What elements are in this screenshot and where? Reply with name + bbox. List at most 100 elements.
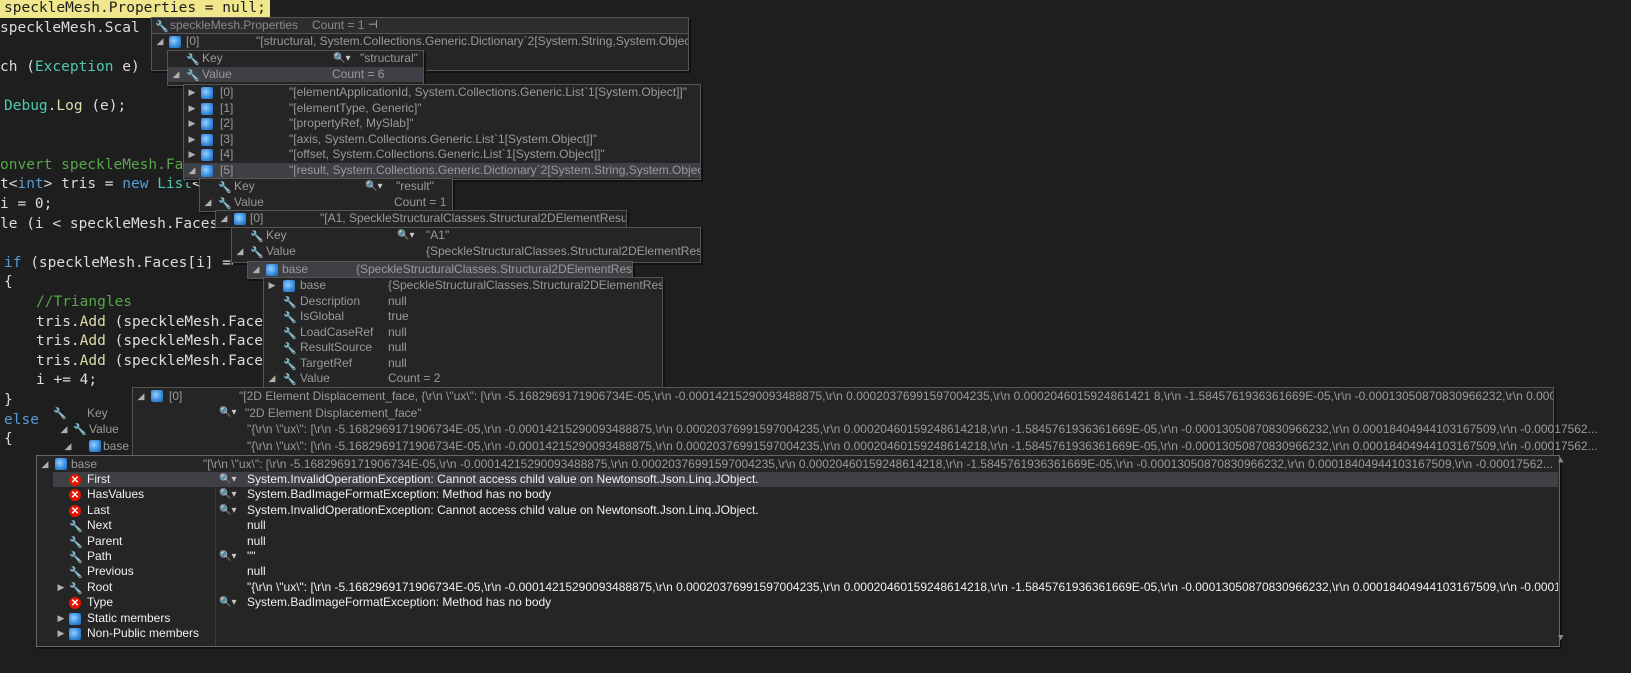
list-item[interactable]: 🔧 Description null [264, 294, 662, 310]
list-item[interactable]: 🔧 Previous null [53, 564, 1558, 579]
list-item[interactable]: ✕ Type 🔍▾ System.BadImageFormatException: M… [53, 595, 1558, 610]
list-item[interactable]: ▶ [3] "[axis, System.Collections.Generic.L… [184, 132, 700, 148]
list-item[interactable]: 🔧 Key 🔍▾ "2D Element Displacement_face" [53, 405, 1553, 422]
scroll-down-icon[interactable]: ▼ [1558, 633, 1568, 643]
magnifier-icon[interactable]: 🔍▾ [333, 51, 350, 67]
collapse-icon[interactable]: ◢ [40, 456, 50, 472]
list-item[interactable]: ◢ [0] "[2D Element Displacement_face, {\r\… [133, 388, 1553, 405]
list-item[interactable]: ◢ [0] "[A1, SpeckleStructuralClasses.Str… [216, 211, 626, 227]
collapse-icon[interactable]: ◢ [267, 371, 277, 387]
datatip-element-result[interactable]: ▶ base {SpeckleStructuralClasses.Structura… [263, 277, 663, 389]
pin-icon[interactable]: ⊣ [368, 18, 378, 33]
datatip-result-item[interactable]: ◢ [0] "[A1, SpeckleStructuralClasses.Str… [215, 210, 627, 228]
list-item[interactable]: ▶ 🔧 Root "{\r\n \"ux\": [\r\n -5.1682969171… [53, 580, 1558, 595]
collapse-icon[interactable]: ◢ [187, 163, 197, 179]
list-item[interactable]: ▶ Non-Public members [53, 626, 1558, 641]
list-item[interactable]: 🔧 Key 🔍▾ "A1" [232, 228, 700, 244]
code-line[interactable]: { [4, 272, 13, 292]
magnifier-icon[interactable]: 🔍▾ [219, 405, 236, 422]
expand-icon[interactable]: ▶ [187, 147, 197, 163]
magnifier-icon[interactable]: 🔍▾ [397, 228, 414, 244]
code-line[interactable]: tris.Add (speckleMesh.Faces[ [36, 351, 280, 371]
collapse-icon[interactable]: ◢ [63, 438, 73, 455]
collapse-icon[interactable]: ◢ [203, 195, 213, 211]
datatip-a1[interactable]: 🔧 Key 🔍▾ "A1" ◢ 🔧 Value {SpeckleStructur… [231, 227, 701, 263]
code-line[interactable]: i = 0; [0, 194, 52, 214]
list-item[interactable]: ◢ [5] "[result, System.Collections.Generic… [184, 162, 700, 179]
list-item[interactable]: 🔧 Key 🔍▾ "structural" [168, 51, 423, 67]
datatip-value-dict[interactable]: ◢ [0] "[2D Element Displacement_face, {\r\… [53, 387, 1598, 456]
expand-icon[interactable]: ▶ [187, 85, 197, 101]
list-item[interactable]: ✕ Last 🔍▾ System.InvalidOperationException:… [53, 503, 1558, 518]
item-value: "[\r\n \"ux\": [\r\n -5.1682969171906734… [203, 457, 1553, 471]
wrench-icon: 🔧 [73, 424, 87, 436]
code-line[interactable]: Debug.Log (e); [4, 96, 126, 116]
expand-icon[interactable]: ▶ [187, 132, 197, 148]
list-item[interactable]: 🔧 LoadCaseRef null [264, 325, 662, 341]
collapse-icon[interactable]: ◢ [235, 244, 245, 260]
code-line[interactable]: } [4, 390, 13, 410]
list-item[interactable]: ◢ 🔧 Value Count = 2 [264, 371, 662, 387]
expand-icon[interactable]: ▶ [56, 626, 66, 641]
list-item[interactable]: ◢ base {SpeckleStructuralClasses.Structu… [248, 262, 632, 278]
code-line[interactable]: { [4, 429, 13, 449]
code-line[interactable]: ch (Exception e) [0, 57, 140, 77]
list-item[interactable]: ▶ Static members [53, 611, 1558, 626]
code-line[interactable]: speckleMesh.Scal [0, 18, 140, 38]
magnifier-icon[interactable]: 🔍▾ [365, 179, 382, 195]
magnifier-icon[interactable]: 🔍▾ [219, 595, 236, 610]
datatip-jobject[interactable]: ◢ base "[\r\n \"ux\": [\r\n -5.16829691719… [36, 455, 1560, 647]
magnifier-icon[interactable]: 🔍▾ [219, 472, 236, 487]
list-item[interactable]: ◢ [0] "[structural, System.Collections.G… [152, 34, 688, 50]
collapse-icon[interactable]: ◢ [136, 388, 146, 405]
list-item[interactable]: 🔧 Path 🔍▾ "" [53, 549, 1558, 564]
list-item[interactable]: ▶ [2] "[propertyRef, MySlab]" [184, 116, 700, 132]
list-item[interactable]: 🔧 Next null [53, 518, 1558, 533]
collapse-icon[interactable]: ◢ [219, 211, 229, 227]
code-line[interactable]: le (i < speckleMesh.Faces.Co [0, 214, 244, 234]
list-item[interactable]: ▶ base {SpeckleStructuralClasses.Structura… [264, 278, 662, 294]
code-line[interactable]: //Triangles [36, 292, 132, 312]
list-item[interactable]: 🔧 Parent null [53, 534, 1558, 549]
collapse-icon[interactable]: ◢ [155, 34, 165, 50]
expand-icon[interactable]: ▶ [56, 580, 66, 595]
code-line[interactable]: speckleMesh.Properties = null; [0, 0, 270, 18]
datatip-structural[interactable]: ▶ [0] "[elementApplicationId, System.Colle… [183, 84, 701, 180]
list-item[interactable]: ▶ [1] "[elementType, Generic]" [184, 101, 700, 117]
code-line[interactable]: i += 4; [36, 370, 97, 390]
list-item[interactable]: ✕ First 🔍▾ System.InvalidOperationException… [53, 472, 1558, 488]
expand-icon[interactable]: ▶ [267, 278, 277, 294]
expand-icon[interactable]: ▶ [187, 116, 197, 132]
scroll-up-icon[interactable]: ▲ [1558, 455, 1568, 465]
list-item[interactable]: 🔧 TargetRef null [264, 356, 662, 372]
code-line[interactable]: tris.Add (speckleMesh.Faces[ [36, 312, 280, 332]
cube-icon [151, 390, 163, 402]
expand-icon[interactable]: ▶ [56, 611, 66, 626]
list-item[interactable]: ◢ base "{\r\n \"ux\": [\r\n -5.16829691719… [65, 438, 1598, 455]
collapse-icon[interactable]: ◢ [171, 67, 181, 83]
list-item[interactable]: 🔧 Key 🔍▾ "result" [200, 179, 452, 195]
list-item[interactable]: ✕ HasValues 🔍▾ System.BadImageFormatExcepti… [53, 487, 1558, 502]
item-name: [3] [220, 131, 234, 146]
collapse-icon[interactable]: ◢ [59, 421, 69, 438]
code-line[interactable]: if (speckleMesh.Faces[i] == 0) [4, 253, 266, 273]
code-line[interactable]: tris.Add (speckleMesh.Faces[ [36, 331, 280, 351]
magnifier-icon[interactable]: 🔍▾ [219, 503, 236, 518]
datatip-header[interactable]: ◢ base "[\r\n \"ux\": [\r\n -5.16829691719… [37, 456, 1559, 472]
list-item[interactable]: 🔧 ResultSource null [264, 340, 662, 356]
list-item[interactable]: 🔧 IsGlobal true [264, 309, 662, 325]
list-item[interactable]: ◢ 🔧 Value Count = 6 [168, 66, 423, 83]
collapse-icon[interactable]: ◢ [251, 262, 261, 278]
list-item[interactable]: ▶ [4] "[offset, System.Collections.Generic… [184, 147, 700, 163]
expand-icon[interactable]: ▶ [187, 101, 197, 117]
datatip-result[interactable]: 🔧 Key 🔍▾ "result" ◢ 🔧 Value Count = 1 [199, 178, 453, 212]
datatip-kv[interactable]: 🔧 Key 🔍▾ "structural" ◢ 🔧 Value Count = … [167, 50, 424, 86]
list-item[interactable]: ◢ 🔧 Value "{\r\n \"ux\": [\r\n -5.168296917… [61, 421, 1598, 438]
code-line[interactable]: else [4, 410, 39, 430]
magnifier-icon[interactable]: 🔍▾ [219, 549, 236, 564]
list-item[interactable]: ▶ [0] "[elementApplicationId, System.Colle… [184, 85, 700, 101]
magnifier-icon[interactable]: 🔍▾ [219, 487, 236, 502]
code-line[interactable]: onvert speckleMesh.Face [0, 155, 201, 175]
list-item[interactable]: ◢ 🔧 Value Count = 1 [200, 195, 452, 211]
list-item[interactable]: ◢ 🔧 Value {SpeckleStructuralClasses.Stru… [232, 244, 700, 260]
